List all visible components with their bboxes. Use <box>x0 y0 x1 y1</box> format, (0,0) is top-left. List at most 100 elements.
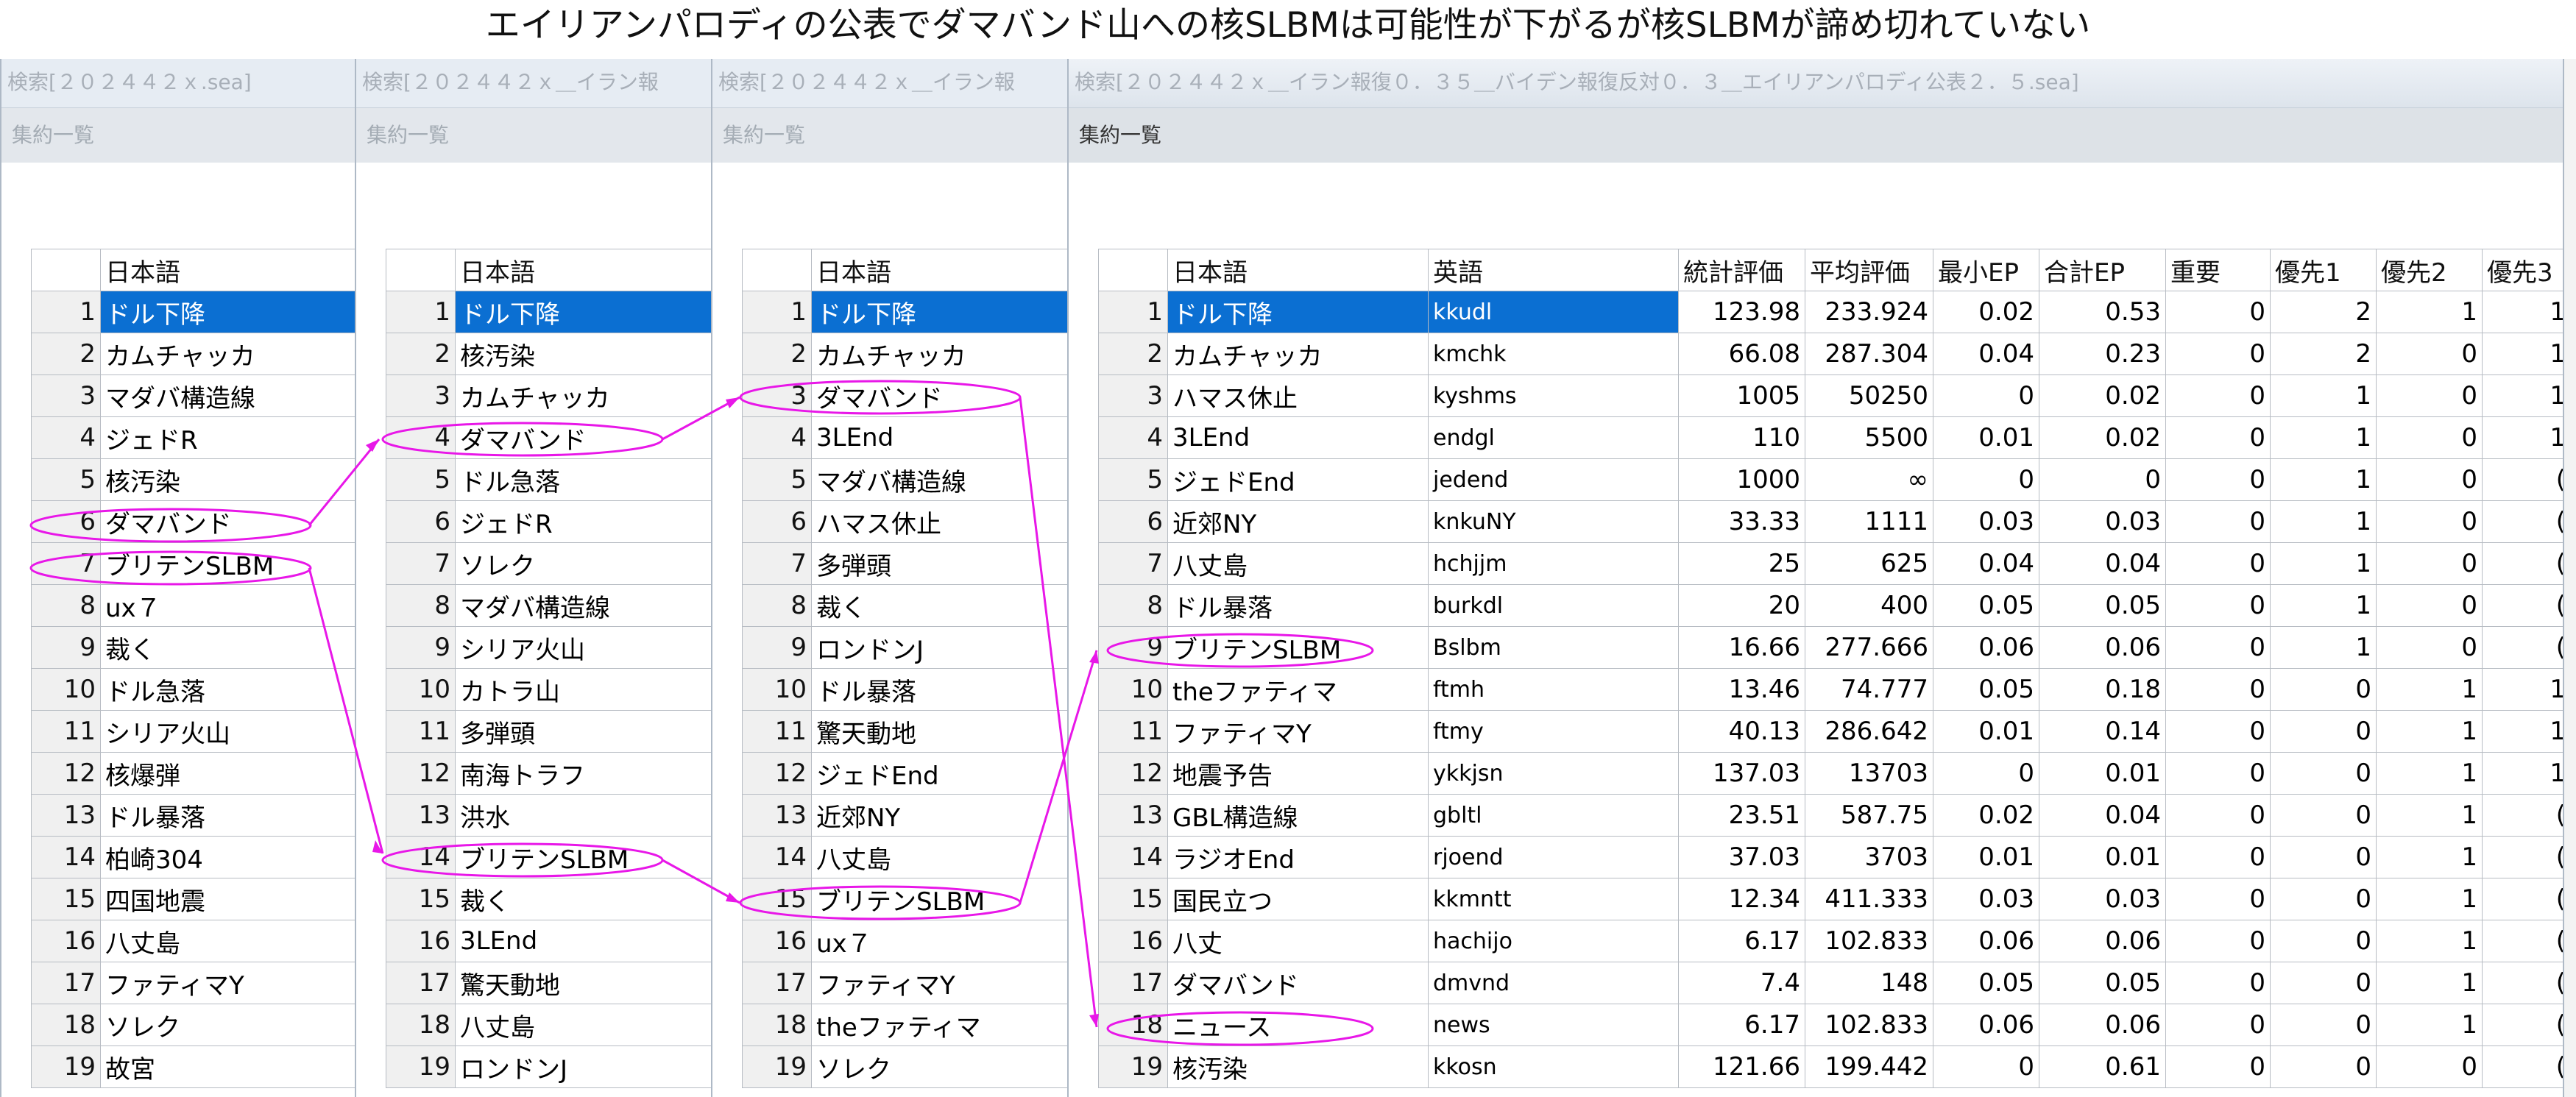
cell-priority1[interactable]: 0 <box>2270 668 2377 711</box>
cell-avg-score[interactable]: 287.304 <box>1805 333 1933 375</box>
cell-min-ep[interactable]: 0.01 <box>1933 836 2039 878</box>
cell-important[interactable]: 0 <box>2165 962 2271 1004</box>
result-table[interactable]: 日本語 1 ドル下降 2 核汚染 3 カムチャッカ 4 ダマバンド 5 ドル急落 6 ジェドR 7 ソレク… <box>386 249 711 1088</box>
table-row[interactable]: 16 八丈島 <box>31 920 355 962</box>
cell-priority3[interactable]: ( <box>2482 836 2563 878</box>
cell-avg-score[interactable]: 199.442 <box>1805 1045 1933 1088</box>
cell-english[interactable]: kkmntt <box>1428 878 1679 920</box>
summary-tab[interactable]: 集約一覧 <box>1069 108 2563 163</box>
cell-japanese[interactable]: 地震予告 <box>1167 752 1429 795</box>
summary-tab[interactable]: 集約一覧 <box>1 108 355 163</box>
cell-stat-score[interactable]: 110 <box>1678 416 1805 459</box>
cell-important[interactable]: 0 <box>2165 878 2271 920</box>
cell-japanese[interactable]: ux７ <box>100 584 355 627</box>
table-row[interactable]: 16 ux７ <box>742 920 1067 962</box>
cell-priority2[interactable]: 1 <box>2376 878 2483 920</box>
cell-total-ep[interactable]: 0.02 <box>2039 416 2166 459</box>
cell-japanese[interactable]: 八丈 <box>1167 920 1429 962</box>
cell-japanese[interactable]: GBL構造線 <box>1167 794 1429 837</box>
column-header-avg-score[interactable]: 平均評価 <box>1805 249 1933 291</box>
cell-avg-score[interactable]: 286.642 <box>1805 710 1933 753</box>
cell-japanese[interactable]: 裁く <box>455 878 711 920</box>
cell-english[interactable]: news <box>1428 1004 1679 1046</box>
table-row[interactable]: 8 ux７ <box>31 584 355 627</box>
cell-priority2[interactable]: 0 <box>2376 333 2483 375</box>
table-row[interactable]: 12 ジェドEnd <box>742 752 1067 795</box>
cell-japanese[interactable]: 3LEnd <box>455 920 711 962</box>
table-row[interactable]: 13GBL構造線gbltl23.51587.750.020.04001( <box>1098 794 2563 837</box>
vertical-scrollbar[interactable] <box>2564 59 2576 1097</box>
cell-stat-score[interactable]: 13.46 <box>1678 668 1805 711</box>
cell-total-ep[interactable]: 0.01 <box>2039 836 2166 878</box>
cell-priority2[interactable]: 0 <box>2376 626 2483 669</box>
cell-avg-score[interactable]: 13703 <box>1805 752 1933 795</box>
cell-english[interactable]: kkudl <box>1428 291 1679 333</box>
cell-priority1[interactable]: 2 <box>2270 333 2377 375</box>
cell-english[interactable]: ftmh <box>1428 668 1679 711</box>
cell-japanese[interactable]: ラジオEnd <box>1167 836 1429 878</box>
cell-avg-score[interactable]: 50250 <box>1805 374 1933 417</box>
cell-stat-score[interactable]: 37.03 <box>1678 836 1805 878</box>
cell-english[interactable]: kkosn <box>1428 1045 1679 1088</box>
cell-avg-score[interactable]: ∞ <box>1805 458 1933 501</box>
search-window-1[interactable]: 検索[２０２４４２ｘ.sea] 集約一覧 日本語 1 ドル下降 2 カムチャッカ 3 マダ… <box>0 59 356 1097</box>
cell-priority2[interactable]: 1 <box>2376 668 2483 711</box>
column-header-stat-score[interactable]: 統計評価 <box>1678 249 1805 291</box>
cell-priority2[interactable]: 1 <box>2376 291 2483 333</box>
cell-priority3[interactable]: ( <box>2482 458 2563 501</box>
table-row[interactable]: 2 カムチャッカ <box>742 333 1067 375</box>
table-row[interactable]: 8ドル暴落burkdl204000.050.05010( <box>1098 584 2563 627</box>
cell-important[interactable]: 0 <box>2165 291 2271 333</box>
cell-min-ep[interactable]: 0.05 <box>1933 962 2039 1004</box>
cell-min-ep[interactable]: 0.06 <box>1933 920 2039 962</box>
table-row[interactable]: 16八丈hachijo6.17102.8330.060.06001( <box>1098 920 2563 962</box>
cell-english[interactable]: jedend <box>1428 458 1679 501</box>
cell-japanese[interactable]: カトラ山 <box>455 668 711 711</box>
table-row[interactable]: 16 3LEnd <box>386 920 711 962</box>
cell-priority1[interactable]: 0 <box>2270 878 2377 920</box>
cell-total-ep[interactable]: 0.03 <box>2039 500 2166 543</box>
cell-important[interactable]: 0 <box>2165 1045 2271 1088</box>
cell-japanese[interactable]: ダマバンド <box>455 416 711 459</box>
cell-priority3[interactable]: ( <box>2482 584 2563 627</box>
cell-japanese[interactable]: 国民立つ <box>1167 878 1429 920</box>
cell-avg-score[interactable]: 3703 <box>1805 836 1933 878</box>
cell-priority1[interactable]: 1 <box>2270 458 2377 501</box>
cell-stat-score[interactable]: 137.03 <box>1678 752 1805 795</box>
cell-stat-score[interactable]: 6.17 <box>1678 1004 1805 1046</box>
window-titlebar[interactable]: 検索[２０２４４２ｘ＿イラン報復０．３５＿バイデン報復反対０．３＿エイリアンパロ… <box>1069 59 2563 108</box>
cell-avg-score[interactable]: 1111 <box>1805 500 1933 543</box>
table-row[interactable]: 13 近郊NY <box>742 794 1067 837</box>
cell-japanese[interactable]: ジェドR <box>100 416 355 459</box>
cell-japanese[interactable]: 四国地震 <box>100 878 355 920</box>
cell-avg-score[interactable]: 102.833 <box>1805 1004 1933 1046</box>
cell-stat-score[interactable]: 66.08 <box>1678 333 1805 375</box>
cell-avg-score[interactable]: 625 <box>1805 542 1933 585</box>
cell-japanese[interactable]: 核汚染 <box>455 333 711 375</box>
cell-japanese[interactable]: ブリテンSLBM <box>1167 626 1429 669</box>
cell-min-ep[interactable]: 0 <box>1933 1045 2039 1088</box>
cell-japanese[interactable]: ニュース <box>1167 1004 1429 1046</box>
cell-total-ep[interactable]: 0.14 <box>2039 710 2166 753</box>
cell-min-ep[interactable]: 0.05 <box>1933 668 2039 711</box>
cell-min-ep[interactable]: 0.03 <box>1933 878 2039 920</box>
cell-japanese[interactable]: ux７ <box>811 920 1067 962</box>
cell-total-ep[interactable]: 0.23 <box>2039 333 2166 375</box>
column-header-japanese[interactable]: 日本語 <box>455 249 711 291</box>
column-header-japanese[interactable]: 日本語 <box>100 249 355 291</box>
cell-japanese[interactable]: 八丈島 <box>811 836 1067 878</box>
table-row[interactable]: 17 驚天動地 <box>386 962 711 1004</box>
cell-english[interactable]: ftmy <box>1428 710 1679 753</box>
summary-tab[interactable]: 集約一覧 <box>712 108 1067 163</box>
cell-japanese[interactable]: 驚天動地 <box>455 962 711 1004</box>
result-table[interactable]: 日本語 1 ドル下降 2 カムチャッカ 3 マダバ構造線 4 ジェドR 5 核汚染 6 ダマバンド 7 ブ… <box>31 249 355 1088</box>
table-row[interactable]: 1 ドル下降 <box>742 291 1067 333</box>
cell-priority1[interactable]: 0 <box>2270 794 2377 837</box>
cell-priority1[interactable]: 0 <box>2270 836 2377 878</box>
table-row[interactable]: 11 シリア火山 <box>31 710 355 753</box>
window-titlebar[interactable]: 検索[２０２４４２ｘ＿イラン報 <box>712 59 1067 108</box>
cell-japanese[interactable]: ロンドンJ <box>455 1045 711 1088</box>
cell-priority2[interactable]: 1 <box>2376 962 2483 1004</box>
cell-japanese[interactable]: マダバ構造線 <box>100 374 355 417</box>
window-titlebar[interactable]: 検索[２０２４４２ｘ.sea] <box>1 59 355 108</box>
